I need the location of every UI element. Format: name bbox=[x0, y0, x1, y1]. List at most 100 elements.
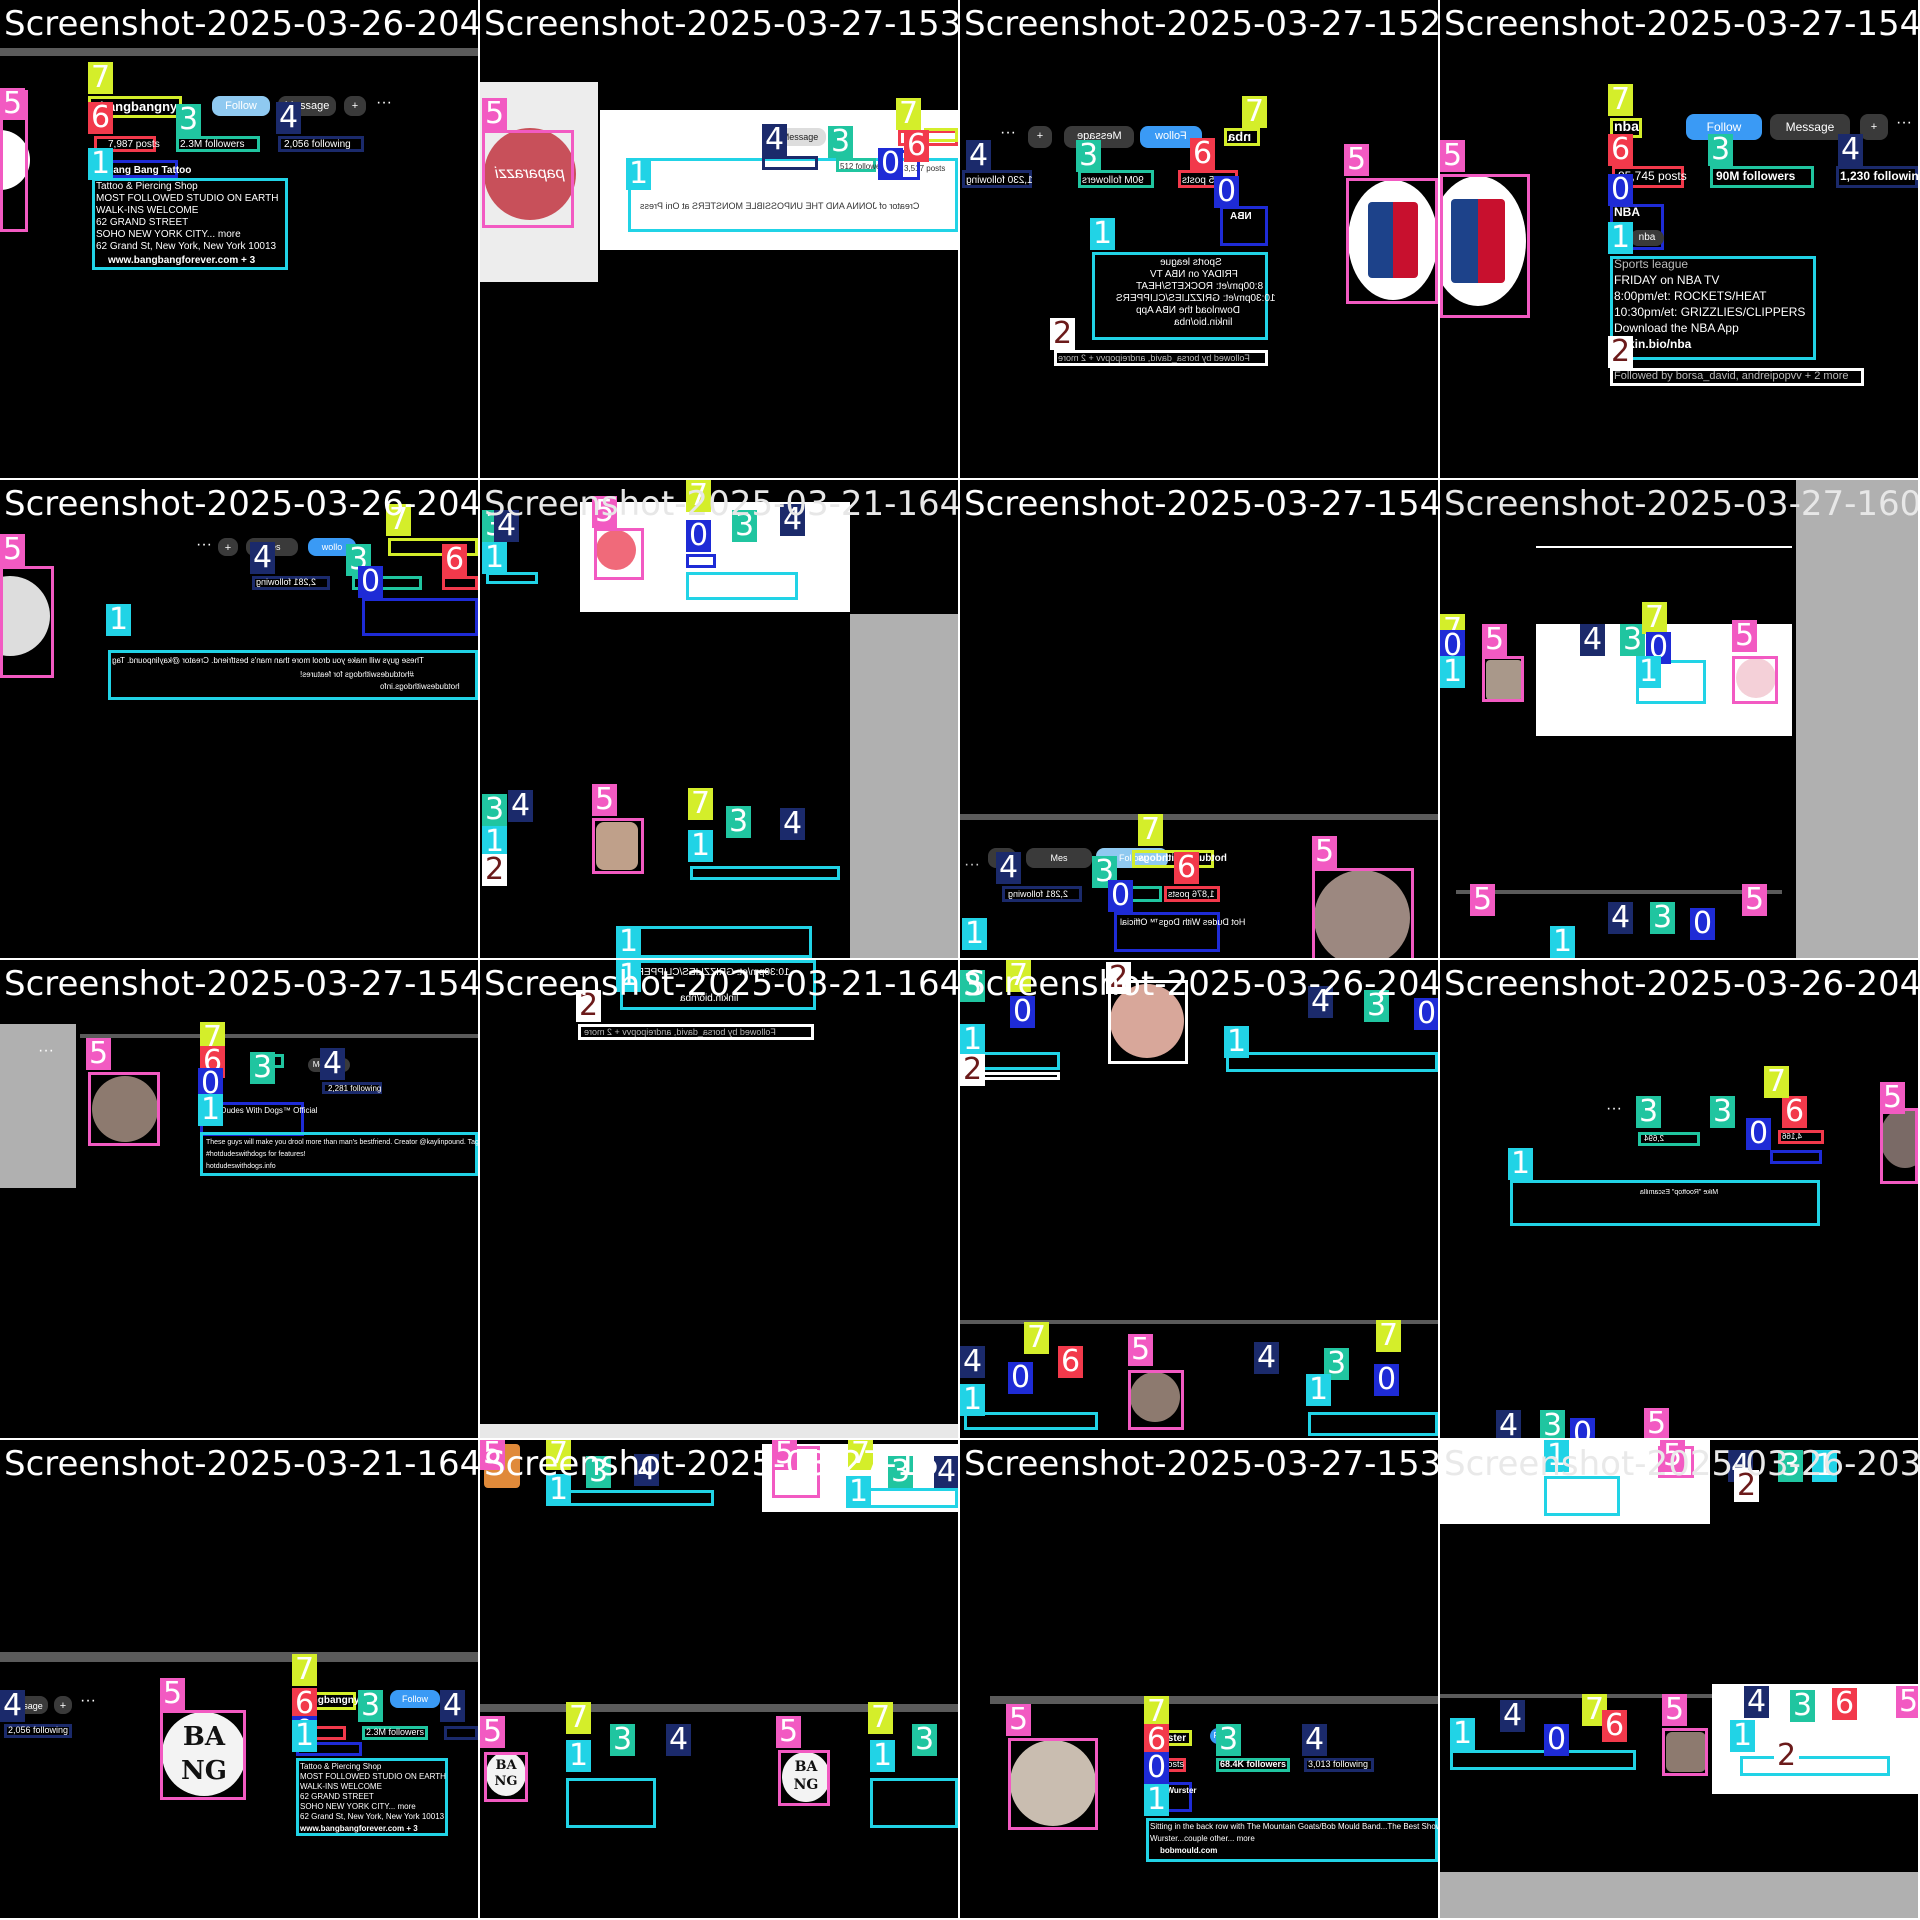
label-6: 6 bbox=[1058, 1346, 1084, 1378]
avatar-box bbox=[1732, 656, 1778, 704]
label-1: 1 bbox=[566, 1740, 592, 1772]
count: 4,166 bbox=[1782, 1132, 1803, 1141]
tile-1: Screenshot-2025-03-27-153613_png.rf.e2 p… bbox=[480, 0, 958, 478]
followed-by[interactable]: Followed by borsa_david, andreipopvv + 2… bbox=[584, 1026, 776, 1039]
label-4: 4 bbox=[1838, 134, 1864, 166]
following-count[interactable]: 1,230 following bbox=[1840, 170, 1918, 183]
tile-9: Screenshot-2025-03-21-164 1 10:30pm/et: … bbox=[480, 960, 958, 1438]
message-button[interactable]: Mes bbox=[1026, 848, 1092, 868]
bio-link[interactable]: www.bangbangforever.com + 3 bbox=[300, 1822, 418, 1835]
following-count[interactable]: 1,230 following bbox=[966, 174, 1033, 187]
tile-13: Screenshot-2025-03-27-15 5 7 3 4 1 5 7 3… bbox=[480, 1440, 958, 1918]
display-name: NBA bbox=[1230, 211, 1252, 222]
bio-box bbox=[686, 572, 798, 600]
add-person-icon[interactable]: + bbox=[218, 538, 238, 556]
label-0: 0 bbox=[1374, 1364, 1400, 1396]
tile-title: Screenshot-2025-03-26-204 bbox=[1444, 964, 1918, 1004]
label-3: 3 bbox=[1636, 1096, 1662, 1128]
tile-title: Screenshot-2025-03-27-154 bbox=[1444, 4, 1918, 44]
followers-count[interactable]: 90M followers bbox=[1716, 170, 1795, 183]
label-1: 1 bbox=[106, 604, 132, 636]
tile-14: Screenshot-2025-03-27-153 5 wurster 7 Fo… bbox=[960, 1440, 1438, 1918]
label-7: 7 bbox=[1608, 84, 1634, 116]
bio-link[interactable]: bobmould.com bbox=[1160, 1844, 1217, 1857]
label-7: 7 bbox=[1764, 1066, 1790, 1098]
bio-box bbox=[1226, 1052, 1438, 1072]
bio-line: Sports league bbox=[1614, 257, 1689, 271]
name-box bbox=[362, 598, 478, 636]
posts-box bbox=[442, 576, 478, 590]
add-person-icon[interactable]: + bbox=[1860, 114, 1888, 140]
following-count[interactable]: 2,056 following bbox=[284, 138, 351, 151]
avatar-box bbox=[482, 130, 574, 228]
label-0: 0 bbox=[1008, 1362, 1034, 1394]
more-options-icon[interactable]: ··· bbox=[376, 94, 392, 112]
add-person-icon[interactable]: + bbox=[1028, 126, 1052, 148]
label-6: 6 bbox=[1190, 138, 1216, 170]
label-0: 0 bbox=[878, 148, 904, 180]
label-5: 5 bbox=[482, 98, 508, 130]
label-1: 1 bbox=[482, 542, 508, 574]
add-person-icon[interactable]: + bbox=[344, 96, 366, 116]
label-4: 4 bbox=[960, 1346, 986, 1378]
label-5: 5 bbox=[1644, 1408, 1670, 1438]
bio-link[interactable]: hotdudeswithdogs.info bbox=[380, 680, 460, 693]
followed-by[interactable]: Followed by borsa_david, andreipopvv + 2… bbox=[1614, 370, 1849, 383]
avatar-box bbox=[1662, 1728, 1708, 1776]
bio-line: These guys will make you drool more than… bbox=[112, 656, 424, 665]
following-count[interactable]: 2,056 following bbox=[8, 1724, 68, 1737]
follow-button[interactable]: Follow bbox=[212, 96, 270, 116]
label-3: 3 bbox=[1708, 134, 1734, 166]
screen-strip bbox=[960, 814, 1438, 820]
bio-link[interactable]: www.bangbangforever.com + 3 bbox=[108, 254, 255, 267]
followers-count[interactable]: 90M followers bbox=[1082, 174, 1144, 187]
avatar-box bbox=[484, 1752, 528, 1802]
following-count[interactable]: 2,281 following bbox=[328, 1082, 381, 1095]
follow-button[interactable]: Follow bbox=[390, 1690, 440, 1708]
label-4: 4 bbox=[250, 542, 276, 574]
label-6: 6 bbox=[442, 544, 468, 576]
label-6: 6 bbox=[1608, 134, 1634, 166]
label-3: 3 bbox=[1540, 1410, 1566, 1438]
tile-7: Screenshot-2025-03-27-160 7 0 1 5 4 3 7 … bbox=[1440, 480, 1918, 958]
tile-title: Screenshot-2025-03-27-153 bbox=[964, 1444, 1438, 1484]
label-4: 4 bbox=[276, 102, 302, 134]
followers-count[interactable]: 2.3M followers bbox=[366, 1726, 424, 1739]
label-0: 0 bbox=[1690, 908, 1716, 940]
more-options-icon[interactable]: ··· bbox=[1000, 124, 1016, 142]
label-3: 3 bbox=[250, 1052, 276, 1084]
following-count[interactable]: 2,281 following bbox=[256, 576, 316, 589]
display-name: Bang Bang Tattoo bbox=[106, 165, 192, 176]
label-0: 0 bbox=[1544, 1724, 1570, 1756]
followed-by[interactable]: Followed by borsa_david, andreipopvv + 2… bbox=[1058, 352, 1250, 365]
label-5: 5 bbox=[776, 1716, 802, 1748]
followers-count[interactable]: 2.3M followers bbox=[180, 138, 244, 151]
threads-badge[interactable]: nba bbox=[1630, 230, 1664, 246]
following-count[interactable]: 2,281 following bbox=[1008, 888, 1068, 901]
more-options-icon[interactable]: ··· bbox=[964, 856, 980, 874]
display-name: Hot Dudes With Dogs™ Official bbox=[1120, 917, 1246, 927]
add-person-icon[interactable]: + bbox=[54, 1696, 72, 1714]
avatar-box bbox=[1482, 656, 1524, 702]
label-3: 3 bbox=[726, 806, 752, 838]
label-0: 0 bbox=[358, 566, 384, 598]
label-4: 4 bbox=[508, 790, 534, 822]
more-options-icon[interactable]: ··· bbox=[1606, 1100, 1622, 1118]
label-3: 3 bbox=[482, 794, 508, 826]
more-options-icon[interactable]: ··· bbox=[38, 1042, 54, 1060]
followers-count[interactable]: 68.4K followers bbox=[1220, 1758, 1286, 1771]
label-1: 1 bbox=[88, 148, 114, 180]
following-count[interactable]: 3,013 following bbox=[1308, 1758, 1368, 1771]
tile-title: Screenshot-2025-03-26-204758_png.rf.3020 bbox=[4, 4, 478, 44]
more-options-icon[interactable]: ··· bbox=[1896, 114, 1912, 132]
avatar-box bbox=[594, 528, 644, 580]
username[interactable]: nba bbox=[1228, 129, 1251, 144]
more-options-icon[interactable]: ··· bbox=[80, 1692, 96, 1710]
label-1: 1 bbox=[960, 1384, 986, 1416]
bio-link[interactable]: hotdudeswithdogs.info bbox=[206, 1160, 276, 1173]
label-0: 0 bbox=[1108, 880, 1134, 912]
avatar-box bbox=[1128, 1370, 1184, 1430]
more-options-icon[interactable]: ··· bbox=[196, 536, 212, 554]
tile-0: Screenshot-2025-03-26-204758_png.rf.3020… bbox=[0, 0, 478, 478]
tile-title: Screenshot-2025-03-26-204306_png.rf.6402 bbox=[964, 964, 1438, 1004]
